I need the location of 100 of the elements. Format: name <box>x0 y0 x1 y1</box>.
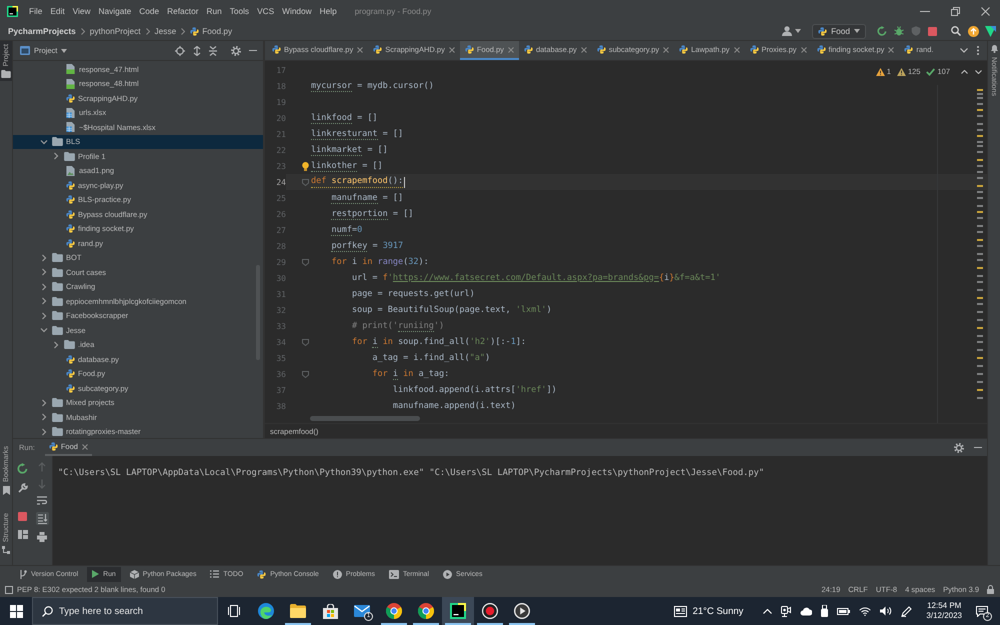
chevron-down-icon[interactable] <box>960 48 968 53</box>
weather-text[interactable]: 21°C Sunny <box>692 606 744 616</box>
chevron-right-icon[interactable] <box>40 312 48 320</box>
close-icon[interactable] <box>448 46 455 52</box>
scroll-to-end-icon[interactable] <box>36 512 49 525</box>
update-icon[interactable] <box>968 26 979 36</box>
close-icon[interactable] <box>82 444 88 450</box>
menu-item[interactable]: Window <box>278 5 316 17</box>
caret-icon[interactable] <box>61 48 68 52</box>
chevron-up-icon[interactable] <box>961 70 968 74</box>
lock-icon[interactable] <box>987 585 994 594</box>
menu-item[interactable]: Help <box>316 5 341 17</box>
scrollbar-thumb[interactable] <box>310 416 420 420</box>
wrench-icon[interactable] <box>18 483 28 493</box>
chevron-right-icon[interactable] <box>40 268 48 276</box>
warning-icon[interactable] <box>876 68 885 76</box>
breadcrumb-item[interactable]: pythonProject <box>90 26 141 36</box>
chevron-right-icon[interactable] <box>52 152 60 160</box>
close-icon[interactable] <box>734 46 740 52</box>
breadcrumb-item[interactable]: PycharmProjects <box>8 26 76 36</box>
battery-icon[interactable] <box>837 608 850 614</box>
menu-item[interactable]: Navigate <box>94 5 136 17</box>
chat-bubble-icon[interactable] <box>976 606 988 616</box>
chevron-down-icon[interactable] <box>40 326 48 334</box>
run-configuration-dropdown[interactable]: Food <box>812 24 866 38</box>
menu-item[interactable]: Edit <box>46 5 69 17</box>
chevron-right-icon[interactable] <box>40 297 48 306</box>
close-icon[interactable] <box>800 46 807 52</box>
settings-icon[interactable] <box>954 442 964 452</box>
menu-item[interactable]: View <box>68 5 95 17</box>
menu-item[interactable]: Run <box>202 5 226 17</box>
python-file-icon <box>66 369 75 378</box>
menu-item[interactable]: Tools <box>226 5 254 17</box>
settings-icon[interactable] <box>231 46 241 56</box>
menu-item[interactable]: Code <box>135 5 164 17</box>
chevron-right-icon[interactable] <box>40 254 48 262</box>
cloud-icon[interactable] <box>800 606 812 616</box>
folder-icon <box>64 152 75 161</box>
code-line: linkfood = [] <box>311 112 378 124</box>
camera-icon[interactable] <box>781 606 792 616</box>
rerun-icon[interactable] <box>17 463 28 474</box>
wifi-icon[interactable] <box>859 606 872 616</box>
bug-icon[interactable] <box>894 26 904 36</box>
collapse-all-icon[interactable] <box>209 46 217 56</box>
rerun-icon[interactable] <box>876 26 886 36</box>
caret-icon[interactable] <box>795 29 802 33</box>
chevron-right-icon[interactable] <box>40 398 48 407</box>
breadcrumb-item[interactable]: Food.py <box>202 26 232 36</box>
line-number: 32 <box>275 306 286 314</box>
python-file-icon <box>66 180 75 190</box>
search-field[interactable]: Type here to search <box>32 597 218 625</box>
chevron-down-icon[interactable] <box>975 70 982 74</box>
menu-item[interactable]: File <box>25 5 46 17</box>
speaker-icon[interactable] <box>880 606 892 616</box>
layout-icon[interactable] <box>18 530 28 539</box>
pen-icon[interactable] <box>901 606 912 616</box>
list-icon <box>210 570 220 578</box>
usb-drive-icon[interactable] <box>821 605 828 617</box>
close-icon[interactable] <box>663 46 670 52</box>
printer-icon[interactable] <box>37 532 48 542</box>
square-icon[interactable] <box>5 586 13 594</box>
search-icon[interactable] <box>951 26 961 36</box>
chevron-down-icon[interactable] <box>40 138 48 146</box>
python-file-icon <box>904 45 914 54</box>
close-icon[interactable] <box>357 46 364 52</box>
close-icon[interactable] <box>888 46 894 52</box>
clock-date[interactable]: 3/12/2023 <box>926 611 962 621</box>
menu-item[interactable]: VCS <box>253 5 278 17</box>
warning-icon[interactable] <box>896 68 906 76</box>
close-icon[interactable] <box>580 46 587 52</box>
task-view-icon[interactable] <box>228 605 240 617</box>
lightbulb-icon[interactable] <box>302 162 309 170</box>
chevron-right-icon <box>146 28 150 34</box>
python-file-icon <box>464 45 474 54</box>
news-icon[interactable] <box>674 606 687 616</box>
taskbar-button[interactable] <box>442 597 474 625</box>
clock-time[interactable]: 12:54 PM <box>927 601 962 611</box>
app-logo-icon[interactable] <box>985 26 996 36</box>
chevron-right-icon[interactable] <box>40 428 48 436</box>
stop-icon[interactable] <box>18 512 28 521</box>
expand-all-icon[interactable] <box>193 46 201 56</box>
close-icon[interactable] <box>980 6 990 16</box>
restore-icon[interactable] <box>950 6 960 16</box>
chevron-right-icon[interactable] <box>52 340 60 349</box>
stop-icon[interactable] <box>928 26 937 36</box>
crosshair-icon[interactable] <box>175 46 185 56</box>
chevron-right-icon[interactable] <box>40 413 48 422</box>
start-icon[interactable] <box>10 604 22 618</box>
package-icon <box>130 570 139 578</box>
breadcrumb-item[interactable]: Jesse <box>154 26 176 36</box>
chevron-right-icon[interactable] <box>40 282 48 291</box>
soft-wrap-icon[interactable] <box>37 496 48 505</box>
caret-icon[interactable] <box>854 29 860 33</box>
menu-item[interactable]: Refactor <box>163 5 202 17</box>
error-stripe-drawing[interactable] <box>977 89 983 399</box>
check-icon[interactable] <box>926 68 936 76</box>
user-icon[interactable] <box>782 26 792 36</box>
console-output: "C:\Users\SL LAPTOP\AppData\Local\Programs\Python\Python39\python.exe" "C:\Users\SL LAPTOP\PycharmProjects\pythonProject\Jesse\Food.py" <box>58 468 764 478</box>
code-line: mycursor = mydb.cursor() <box>311 80 434 92</box>
minimize-icon[interactable] <box>920 10 930 12</box>
